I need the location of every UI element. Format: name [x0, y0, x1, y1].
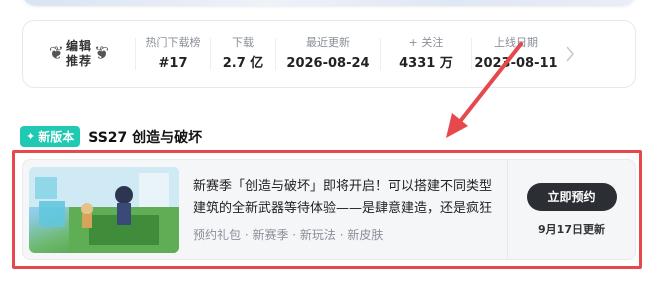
annotation-arrow-icon [446, 42, 523, 138]
